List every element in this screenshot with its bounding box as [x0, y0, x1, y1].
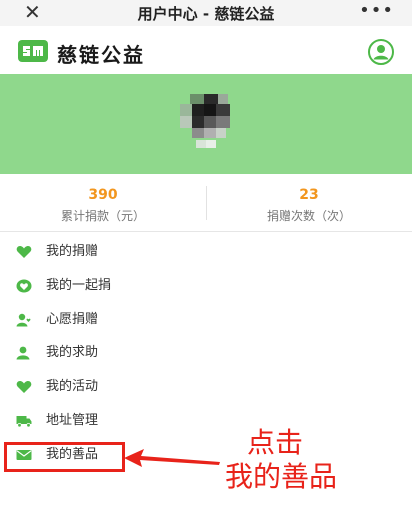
menu-item-label: 我的一起捐 [46, 277, 112, 293]
user-profile-icon[interactable] [368, 39, 394, 65]
highlight-box [4, 442, 125, 472]
sm-logo-icon [18, 40, 48, 62]
heart-icon [16, 245, 32, 258]
stat-divider [206, 186, 207, 220]
stat-value: 390 [88, 187, 118, 203]
stat-value: 23 [299, 187, 319, 203]
brand-name: 慈链公益 [57, 43, 145, 67]
more-options-icon[interactable]: ••• [359, 1, 394, 21]
menu-list: 我的捐赠 我的一起捐 心愿捐赠 我的求助 我的活动 地址管理 我的善品 [0, 236, 412, 473]
menu-item-my-donations[interactable]: 我的捐赠 [0, 236, 412, 270]
menu-item-my-help-requests[interactable]: 我的求助 [0, 337, 412, 371]
pointer-arrow-icon [124, 449, 220, 467]
window-title: 用户中心 - 慈链公益 [137, 5, 275, 23]
menu-item-address-management[interactable]: 地址管理 [0, 405, 412, 439]
heart-circle-icon [16, 279, 32, 293]
menu-item-label: 我的求助 [46, 345, 99, 361]
menu-item-group-donation[interactable]: 我的一起捐 [0, 270, 412, 304]
heart-icon [16, 381, 32, 394]
stat-label: 捐赠次数（次） [266, 209, 351, 223]
annotation-line-1: 点击 [247, 426, 304, 459]
person-icon [16, 346, 30, 360]
stat-donation-count[interactable]: 23 捐赠次数（次） [206, 186, 412, 224]
menu-item-label: 我的活动 [46, 379, 99, 395]
menu-item-label: 我的捐赠 [46, 244, 99, 259]
stat-total-donation[interactable]: 390 累计捐款（元） [0, 186, 206, 224]
title-bar: ✕ 用户中心 - 慈链公益 ••• [0, 0, 412, 26]
brand-header: 慈链公益 [0, 26, 412, 74]
menu-item-label: 心愿捐赠 [46, 311, 99, 327]
truck-icon [16, 415, 32, 428]
annotation-text: 点击 我的善品 [213, 426, 337, 494]
stat-label: 累计捐款（元） [60, 209, 145, 223]
menu-item-wish-donation[interactable]: 心愿捐赠 [0, 304, 412, 338]
menu-item-label: 地址管理 [46, 412, 99, 428]
annotation-line-2: 我的善品 [225, 460, 338, 493]
wish-person-icon [16, 313, 31, 327]
avatar[interactable] [176, 90, 240, 154]
menu-item-my-activities[interactable]: 我的活动 [0, 371, 412, 405]
profile-banner [0, 74, 412, 174]
